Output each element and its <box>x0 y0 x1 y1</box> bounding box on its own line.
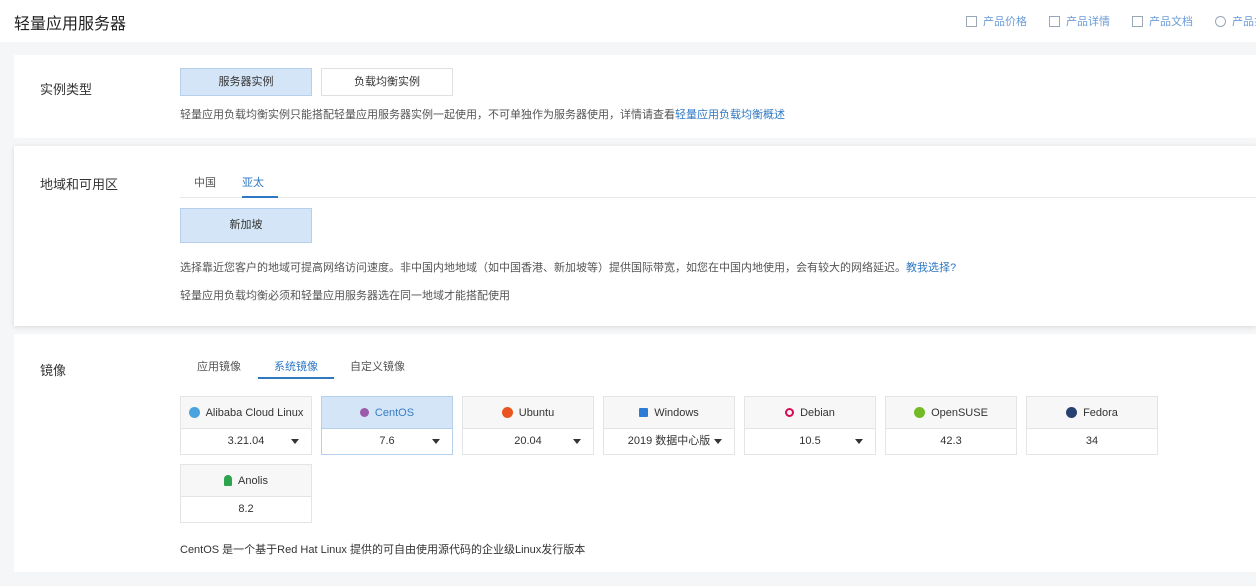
os-opensuse[interactable]: OpenSUSE 42.3 <box>885 396 1017 455</box>
region-tab-indicator <box>242 196 278 198</box>
os-name: Windows <box>654 406 699 419</box>
ubuntu-icon <box>501 407 513 418</box>
os-name-cell[interactable]: CentOS <box>321 396 453 429</box>
fedora-icon <box>1066 407 1078 418</box>
product-price-label: 产品价格 <box>983 16 1027 28</box>
chevron-down-icon <box>714 439 722 444</box>
os-version-select[interactable]: 10.5 <box>744 429 876 455</box>
os-version: 7.6 <box>379 435 395 447</box>
image-label: 镜像 <box>40 363 67 378</box>
os-centos[interactable]: CentOS 7.6 <box>321 396 453 455</box>
instance-type-section: 实例类型 服务器实例 负载均衡实例 轻量应用负载均衡实例只能搭配轻量应用服务器实… <box>14 55 1256 138</box>
product-more-label: 产品扌 <box>1232 16 1256 28</box>
os-version-select[interactable]: 20.04 <box>462 429 594 455</box>
anolis-icon <box>224 475 233 486</box>
details-doc-icon <box>1049 15 1060 27</box>
os-version-select[interactable]: 2019 数据中心版 <box>603 429 735 455</box>
os-name-cell[interactable]: Ubuntu <box>462 396 594 429</box>
os-name: CentOS <box>374 406 415 419</box>
os-name-cell[interactable]: Anolis <box>180 464 312 497</box>
image-tab-indicator <box>258 377 334 379</box>
chevron-down-icon <box>291 439 299 444</box>
product-price-link[interactable]: 产品价格 <box>966 13 1027 29</box>
document-icon <box>1132 15 1143 27</box>
os-version: 10.5 <box>799 435 821 447</box>
tab-custom-images[interactable]: 自定义镜像 <box>350 358 405 374</box>
chevron-down-icon <box>432 439 440 444</box>
os-version: 8.2 <box>238 503 254 515</box>
os-name-cell[interactable]: Alibaba Cloud Linux <box>180 396 312 429</box>
product-more-link[interactable]: 产品扌 <box>1215 13 1256 29</box>
tab-asia-pacific[interactable]: 亚太 <box>242 174 264 190</box>
os-version-value[interactable]: 8.2 <box>180 497 312 523</box>
product-details-link[interactable]: 产品详情 <box>1049 13 1110 29</box>
region-lb-hint: 轻量应用负载均衡必须和轻量应用服务器选在同一地域才能搭配使用 <box>180 290 510 302</box>
price-tag-icon <box>966 15 977 27</box>
os-version: 42.3 <box>940 435 962 447</box>
load-balancer-instance-option[interactable]: 负载均衡实例 <box>321 68 453 96</box>
chevron-down-icon <box>573 439 581 444</box>
region-singapore-option[interactable]: 新加坡 <box>180 208 312 243</box>
image-section: 镜像 应用镜像 系统镜像 自定义镜像 Alibaba Cloud Linux 3… <box>14 334 1256 572</box>
os-version: 20.04 <box>514 435 542 447</box>
header-links: 产品价格 产品详情 产品文档 产品扌 <box>966 13 1256 29</box>
os-alibaba-cloud-linux[interactable]: Alibaba Cloud Linux 3.21.04 <box>180 396 312 455</box>
opensuse-icon <box>914 407 926 418</box>
os-name: OpenSUSE <box>931 406 988 419</box>
os-version: 34 <box>1085 435 1099 447</box>
region-tabs-divider <box>180 197 1256 198</box>
os-anolis[interactable]: Anolis 8.2 <box>180 464 312 523</box>
os-ubuntu[interactable]: Ubuntu 20.04 <box>462 396 594 455</box>
os-name-cell[interactable]: Debian <box>744 396 876 429</box>
top-header: 轻量应用服务器 产品价格 产品详情 产品文档 产品扌 <box>0 0 1256 42</box>
os-name-cell[interactable]: Windows <box>603 396 735 429</box>
os-version: 2019 数据中心版 <box>627 435 711 447</box>
os-windows[interactable]: Windows 2019 数据中心版 <box>603 396 735 455</box>
product-docs-label: 产品文档 <box>1149 16 1193 28</box>
os-fedora[interactable]: Fedora 34 <box>1026 396 1158 455</box>
os-name: Debian <box>800 406 835 419</box>
os-name: Anolis <box>238 474 268 487</box>
os-version-value[interactable]: 42.3 <box>885 429 1017 455</box>
os-name: Ubuntu <box>518 406 555 419</box>
os-name: Alibaba Cloud Linux <box>205 406 304 419</box>
tab-china[interactable]: 中国 <box>194 174 216 190</box>
gear-icon <box>1215 15 1226 27</box>
windows-icon <box>639 408 649 417</box>
region-hint: 选择靠近您客户的地域可提高网络访问速度。非中国内地地域（如中国香港、新加坡等）提… <box>180 259 956 275</box>
centos-icon <box>359 408 369 417</box>
chevron-down-icon <box>855 439 863 444</box>
page-title: 轻量应用服务器 <box>14 16 127 33</box>
instance-type-label: 实例类型 <box>40 82 93 97</box>
tab-app-images[interactable]: 应用镜像 <box>197 358 241 374</box>
os-name-cell[interactable]: Fedora <box>1026 396 1158 429</box>
instance-type-hint-text: 轻量应用负载均衡实例只能搭配轻量应用服务器实例一起使用，不可单独作为服务器使用，… <box>180 109 675 121</box>
os-version: 3.21.04 <box>227 435 265 447</box>
lb-overview-link[interactable]: 轻量应用负载均衡概述 <box>675 109 785 121</box>
instance-type-hint: 轻量应用负载均衡实例只能搭配轻量应用服务器实例一起使用，不可单独作为服务器使用，… <box>180 106 785 122</box>
product-details-label: 产品详情 <box>1066 16 1110 28</box>
region-hint-text: 选择靠近您客户的地域可提高网络访问速度。非中国内地地域（如中国香港、新加坡等）提… <box>180 262 906 274</box>
tab-system-images[interactable]: 系统镜像 <box>274 358 318 374</box>
region-label: 地域和可用区 <box>40 177 119 192</box>
server-instance-option[interactable]: 服务器实例 <box>180 68 312 96</box>
help-choose-link[interactable]: 教我选择? <box>906 262 956 274</box>
os-version-select[interactable]: 7.6 <box>321 429 453 455</box>
os-version-value[interactable]: 34 <box>1026 429 1158 455</box>
debian-icon <box>785 408 795 417</box>
os-debian[interactable]: Debian 10.5 <box>744 396 876 455</box>
os-name: Fedora <box>1083 406 1118 419</box>
os-name-cell[interactable]: OpenSUSE <box>885 396 1017 429</box>
product-docs-link[interactable]: 产品文档 <box>1132 13 1193 29</box>
image-description: CentOS 是一个基于Red Hat Linux 提供的可自由使用源代码的企业… <box>180 544 586 556</box>
alibaba-cloud-icon <box>188 407 200 418</box>
os-version-select[interactable]: 3.21.04 <box>180 429 312 455</box>
region-section: 地域和可用区 中国 亚太 新加坡 选择靠近您客户的地域可提高网络访问速度。非中国… <box>14 146 1256 326</box>
